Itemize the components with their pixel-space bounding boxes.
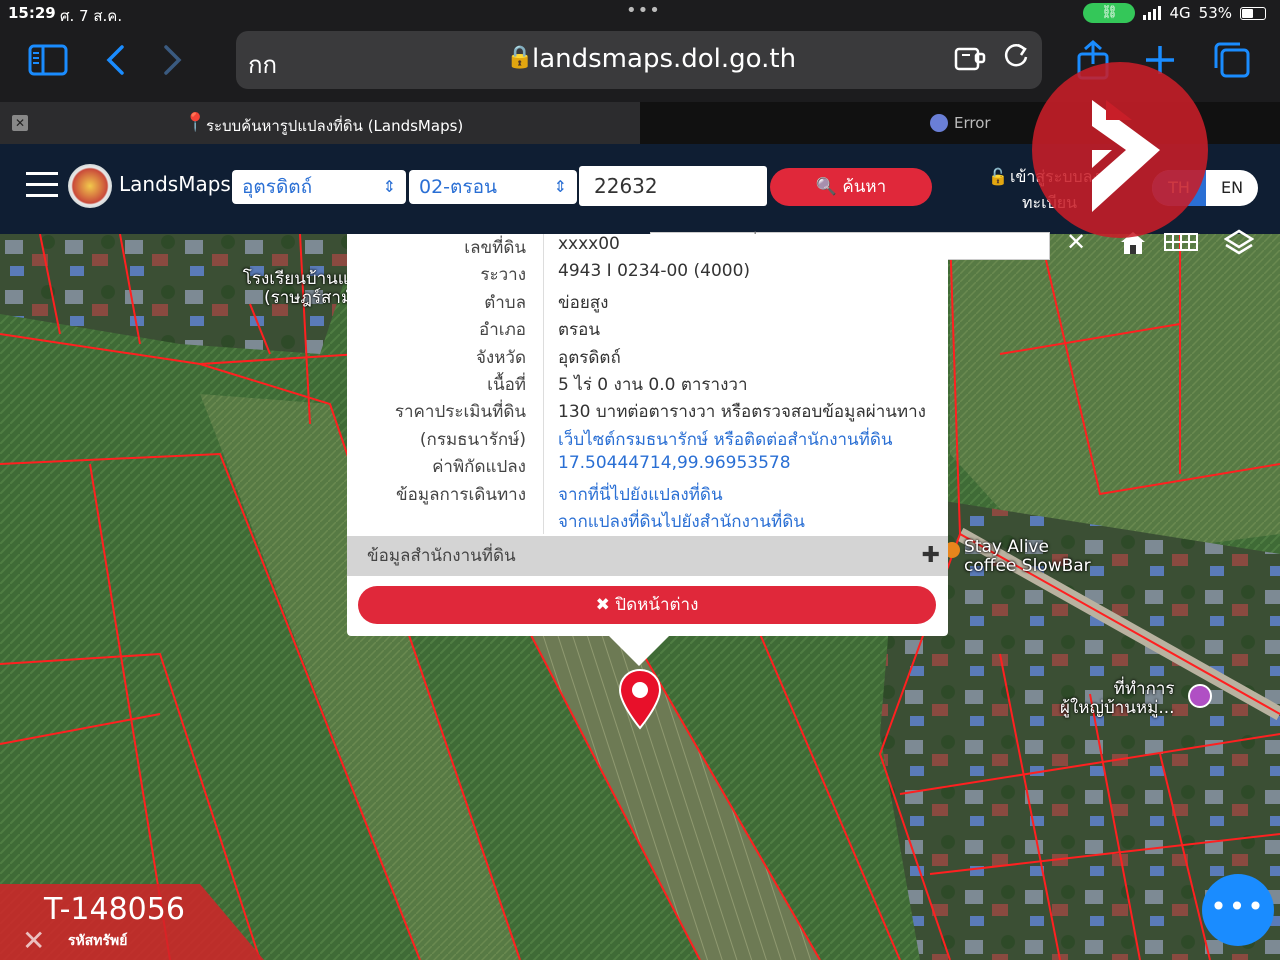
info-value: ตรอน (558, 320, 601, 341)
globe-icon (930, 114, 948, 132)
info-row: จังหวัด อุตรดิตถ์ (347, 344, 948, 371)
search-icon: 🔍 (815, 177, 837, 197)
info-row: (กรมธนารักษ์) เว็บไซต์กรมธนารักษ์ หรือติด… (347, 426, 948, 453)
menu-icon[interactable] (26, 172, 58, 200)
brand-mark-icon: ✕ (22, 924, 46, 957)
status-indicators: ⛓ 4G 53% (1083, 3, 1266, 23)
battery-fill (1242, 8, 1254, 18)
tab-landsmaps[interactable]: ✕ 📍 ระบบค้นหารูปแปลงที่ดิน (LandsMaps) (0, 102, 640, 144)
parcel-marker-icon[interactable] (616, 668, 664, 734)
info-value: ข่อยสูง (558, 292, 609, 313)
status-time: 15:29 (8, 4, 56, 22)
map-label-line: ผู้ใหญ่บ้านหมู่... (1060, 698, 1175, 718)
sidebar-icon[interactable] (28, 44, 68, 81)
info-value: xxxx00 (558, 234, 620, 254)
multitask-dots-icon[interactable]: ••• (626, 0, 661, 21)
parcel-number-input[interactable]: 22632 (579, 166, 767, 206)
info-key: ระวาง (480, 265, 526, 286)
battery-icon (1240, 6, 1266, 20)
info-key: (กรมธนารักษ์) (419, 429, 526, 450)
select-arrows-icon: ⇕ (553, 177, 567, 196)
lock-icon: 🔒 (506, 45, 534, 70)
forward-icon[interactable] (162, 44, 184, 81)
lang-en-button[interactable]: EN (1206, 170, 1258, 206)
land-office-section-label: ข้อมูลสำนักงานที่ดิน (367, 546, 516, 566)
government-poi-icon[interactable] (1188, 684, 1212, 708)
info-link[interactable]: จากแปลงที่ดินไปยังสำนักงานที่ดิน (558, 508, 805, 535)
info-key: ข้อมูลการเดินทาง (396, 484, 526, 505)
info-key: อำเภอ (479, 320, 526, 341)
info-row: ค่าพิกัดแปลง 17.50444714,99.96953578 (347, 453, 948, 480)
map-label-village-office[interactable]: ที่ทำการ ผู้ใหญ่บ้านหมู่... (1060, 680, 1175, 718)
province-value: อุตรดิตถ์ (242, 176, 313, 198)
status-bar: 15:29 ศ. 7 ส.ค. ••• ⛓ 4G 53% (0, 0, 1280, 26)
close-icon: ✖ (595, 595, 610, 615)
app-logo-text: LandsMaps (119, 172, 231, 196)
info-row: ข้อมูลการเดินทาง จากที่นี่ไปยังแปลงที่ดิน (347, 481, 948, 508)
parcel-info-popup: เลขที่ดิน xxxx00 ระวาง 4943 I 0234-00 (4000… (347, 234, 948, 636)
asset-code-label: รหัสทรัพย์ (68, 933, 128, 949)
tab-label: Error (954, 114, 991, 132)
popup-pointer (609, 636, 669, 666)
tab-label: ระบบค้นหารูปแปลงที่ดิน (LandsMaps) (206, 117, 464, 135)
info-key: เนื้อที่ (487, 375, 526, 395)
info-link[interactable]: จากที่นี่ไปยังแปลงที่ดิน (558, 481, 723, 508)
reader-aa-button[interactable]: กก (248, 45, 277, 84)
status-date: ศ. 7 ส.ค. (60, 7, 123, 25)
info-value: 5 ไร่ 0 งาน 0.0 ตารางวา (558, 375, 748, 395)
dol-logo-icon (68, 164, 112, 208)
expand-plus-icon[interactable]: ✚ (922, 536, 940, 576)
info-row: อำเภอ ตรอน (347, 316, 948, 343)
map-label-cafe[interactable]: Stay Alive coffee SlowBar (964, 538, 1091, 576)
close-window-label: ปิดหน้าต่าง (615, 595, 699, 615)
brand-watermark-icon (1032, 62, 1208, 238)
info-key: ค่าพิกัดแปลง (432, 457, 526, 478)
network-type: 4G (1169, 4, 1191, 22)
province-select[interactable]: อุตรดิตถ์ ⇕ (232, 170, 406, 204)
info-key: ตำบล (484, 292, 526, 313)
land-office-section[interactable]: ข้อมูลสำนักงานที่ดิน ✚ (347, 536, 948, 576)
info-link[interactable]: 17.50444714,99.96953578 (558, 453, 791, 473)
search-button-label: ค้นหา (842, 177, 887, 197)
info-row: เนื้อที่ 5 ไร่ 0 งาน 0.0 ตารางวา (347, 371, 948, 398)
info-key: จังหวัด (475, 347, 526, 368)
info-row: ระวาง 4943 I 0234-00 (4000) (347, 261, 948, 288)
map-label-line: Stay Alive (964, 537, 1049, 557)
url-text[interactable]: landsmaps.dol.go.th (532, 44, 796, 74)
back-icon[interactable] (104, 44, 126, 81)
extension-icon[interactable] (954, 43, 986, 80)
info-value: 130 บาทต่อตารางวา หรือตรวจสอบข้อมูลผ่านท… (558, 402, 926, 423)
close-window-button[interactable]: ✖ ปิดหน้าต่าง (358, 586, 936, 624)
lock-icon: 🔓 (988, 167, 1008, 186)
close-tab-icon[interactable]: ✕ (12, 115, 28, 131)
reload-icon[interactable] (1002, 41, 1030, 78)
search-button[interactable]: 🔍 ค้นหา (770, 168, 932, 206)
info-row: ตำบล ข่อยสูง (347, 289, 948, 316)
info-row: ราคาประเมินที่ดิน 130 บาทต่อตารางวา หรือต… (347, 398, 948, 425)
info-value: 4943 I 0234-00 (4000) (558, 261, 751, 282)
tab-overview-icon[interactable] (1212, 42, 1252, 83)
info-key: เลขที่ดิน (464, 238, 526, 258)
info-link[interactable]: เว็บไซต์กรมธนารักษ์ หรือติดต่อสำนักงานที… (558, 426, 893, 453)
battery-percent: 53% (1198, 4, 1232, 22)
map-label-line: coffee SlowBar (964, 556, 1091, 576)
info-value: อุตรดิตถ์ (558, 347, 621, 368)
map-label-line: ที่ทำการ (1113, 679, 1175, 699)
map-pin-icon: 📍 (184, 112, 207, 133)
info-row: เลขที่ดิน xxxx00 (347, 234, 948, 261)
info-row: จากแปลงที่ดินไปยังสำนักงานที่ดิน (347, 508, 948, 535)
hotspot-link-icon: ⛓ (1083, 3, 1136, 23)
district-select[interactable]: 02-ตรอน ⇕ (409, 170, 577, 204)
cellular-signal-icon (1143, 6, 1162, 20)
layers-icon[interactable] (1222, 228, 1256, 260)
chat-more-icon[interactable]: ••• (1202, 874, 1274, 946)
info-key: ราคาประเมินที่ดิน (394, 402, 526, 423)
asset-code: T-148056 (44, 892, 185, 927)
district-value: 02-ตรอน (419, 176, 497, 198)
address-bar[interactable]: กก 🔒 landsmaps.dol.go.th (236, 31, 1042, 89)
select-arrows-icon: ⇕ (382, 177, 396, 196)
